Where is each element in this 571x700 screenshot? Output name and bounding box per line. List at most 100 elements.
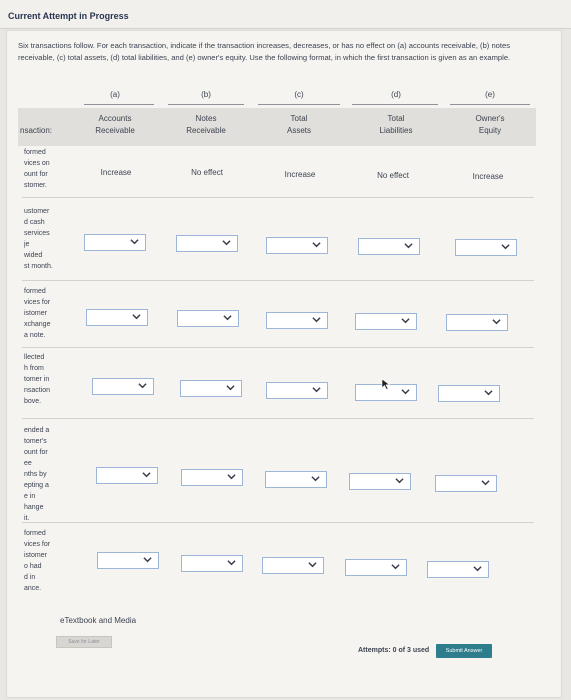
page-title: Current Attempt in Progress bbox=[8, 11, 129, 21]
column-rule-c bbox=[258, 104, 340, 105]
row-5-total-assets-select[interactable] bbox=[262, 557, 324, 574]
row-label-line: ount for bbox=[24, 171, 48, 178]
column-header-c-line1: Total bbox=[290, 114, 308, 123]
column-letter-d: (d) bbox=[391, 90, 401, 99]
column-rule-b bbox=[168, 104, 244, 105]
column-letter-b: (b) bbox=[201, 90, 211, 99]
row-divider bbox=[22, 280, 534, 281]
row-label-line: o had bbox=[24, 563, 42, 570]
column-header-d-line1: Total bbox=[387, 114, 405, 123]
chevron-down-icon bbox=[308, 562, 317, 568]
row-1-notes-receivable-select[interactable] bbox=[176, 235, 238, 252]
row-3-notes-receivable-select[interactable] bbox=[180, 380, 242, 397]
chevron-down-icon bbox=[481, 480, 490, 486]
column-header-a-line2: Receivable bbox=[95, 126, 135, 135]
save-for-later-button[interactable]: Save for Later bbox=[56, 636, 112, 648]
example-value-b: No effect bbox=[191, 168, 223, 177]
row-label-line: vices for bbox=[24, 299, 51, 306]
row-label-line: tomer in bbox=[24, 376, 50, 383]
row-5-accounts-receivable-select[interactable] bbox=[97, 552, 159, 569]
chevron-down-icon bbox=[143, 557, 152, 563]
row-2-notes-receivable-select[interactable] bbox=[177, 310, 239, 327]
row-1-total-liabilities-select[interactable] bbox=[358, 238, 420, 255]
row-2-owners-equity-select[interactable] bbox=[446, 314, 508, 331]
chevron-down-icon bbox=[227, 474, 236, 480]
submit-answer-button[interactable]: Submit Answer bbox=[436, 644, 492, 658]
column-header-e: Owner's Equity bbox=[455, 113, 525, 137]
row-5-notes-receivable-select[interactable] bbox=[181, 555, 243, 572]
example-value-e: Increase bbox=[472, 172, 504, 181]
chevron-down-icon bbox=[395, 478, 404, 484]
row-3-accounts-receivable-select[interactable] bbox=[92, 378, 154, 395]
etextbook-media-link[interactable]: eTextbook and Media bbox=[60, 616, 136, 625]
row-label-line: llected bbox=[24, 354, 45, 361]
row-divider bbox=[22, 197, 534, 198]
chevron-down-icon bbox=[226, 385, 235, 391]
row-3-owners-equity-select[interactable] bbox=[438, 385, 500, 402]
chevron-down-icon bbox=[391, 564, 400, 570]
transaction-row-3-label: llected h from tomer in nsaction bove. bbox=[24, 352, 70, 407]
column-letter-a: (a) bbox=[110, 90, 120, 99]
row-label-line: formed bbox=[24, 288, 46, 295]
row-label-line: vices for bbox=[24, 541, 51, 548]
row-2-total-assets-select[interactable] bbox=[266, 312, 328, 329]
row-label-line: nths by bbox=[24, 471, 47, 478]
column-header-a-line1: Accounts bbox=[98, 114, 132, 123]
column-rule-d bbox=[352, 104, 438, 105]
row-4-owners-equity-select[interactable] bbox=[435, 475, 497, 492]
row-1-owners-equity-select[interactable] bbox=[455, 239, 517, 256]
chevron-down-icon bbox=[473, 566, 482, 572]
row-label-line: ount for bbox=[24, 449, 48, 456]
row-4-accounts-receivable-select[interactable] bbox=[96, 467, 158, 484]
column-header-b: Notes Receivable bbox=[171, 113, 241, 137]
chevron-down-icon bbox=[138, 383, 147, 389]
example-value-c: Increase bbox=[284, 170, 316, 179]
column-header-a: Accounts Receivable bbox=[80, 113, 150, 137]
transaction-row-2-label: formed vices for istomer xchange a note. bbox=[24, 286, 70, 341]
row-label-line: services bbox=[24, 230, 50, 237]
row-label-line: e in bbox=[24, 493, 36, 500]
row-3-total-assets-select[interactable] bbox=[266, 382, 328, 399]
row-4-notes-receivable-select[interactable] bbox=[181, 469, 243, 486]
transaction-row-4-label: ended a tomer's ount for ee nths by epti… bbox=[24, 425, 70, 524]
row-label-line: ustomer bbox=[24, 208, 50, 215]
chevron-down-icon bbox=[404, 243, 413, 249]
row-5-total-liabilities-select[interactable] bbox=[345, 559, 407, 576]
row-divider bbox=[22, 522, 534, 523]
chevron-down-icon bbox=[132, 314, 141, 320]
column-letter-e: (e) bbox=[485, 90, 495, 99]
row-label-line: istomer bbox=[24, 552, 47, 559]
row-1-total-assets-select[interactable] bbox=[266, 237, 328, 254]
row-1-accounts-receivable-select[interactable] bbox=[84, 234, 146, 251]
chevron-down-icon bbox=[312, 242, 321, 248]
chevron-down-icon bbox=[311, 476, 320, 482]
row-label-line: st month. bbox=[24, 263, 53, 270]
column-header-b-line1: Notes bbox=[195, 114, 217, 123]
row-divider bbox=[22, 418, 534, 419]
column-header-b-line2: Receivable bbox=[186, 126, 226, 135]
row-4-total-assets-select[interactable] bbox=[265, 471, 327, 488]
row-label-line: hange bbox=[24, 504, 44, 511]
column-header-c-line2: Assets bbox=[286, 126, 311, 135]
row-label-line: d in bbox=[24, 574, 36, 581]
row-2-total-liabilities-select[interactable] bbox=[355, 313, 417, 330]
chevron-down-icon bbox=[484, 390, 493, 396]
row-2-accounts-receivable-select[interactable] bbox=[86, 309, 148, 326]
column-rule-a bbox=[84, 104, 154, 105]
transaction-row-1-label: ustomer d cash services je wided st mont… bbox=[24, 206, 70, 272]
attempts-counter: Attempts: 0 of 3 used bbox=[358, 647, 430, 654]
chevron-down-icon bbox=[223, 315, 232, 321]
column-header-e-line1: Owner's bbox=[475, 114, 505, 123]
row-label-line: stomer. bbox=[24, 182, 47, 189]
chevron-down-icon bbox=[142, 472, 151, 478]
row-label-line: wided bbox=[24, 252, 43, 259]
row-label-line: ended a bbox=[24, 427, 50, 434]
instructions-text: Six transactions follow. For each transa… bbox=[18, 41, 511, 62]
row-4-total-liabilities-select[interactable] bbox=[349, 473, 411, 490]
row-5-owners-equity-select[interactable] bbox=[427, 561, 489, 578]
chevron-down-icon bbox=[312, 317, 321, 323]
example-row-label: formed vices on ount for stomer. bbox=[24, 147, 70, 191]
row-label-line: h from bbox=[24, 365, 44, 372]
transaction-row-5-label: formed vices for istomer o had d in ance… bbox=[24, 528, 70, 594]
row-label-line: vices on bbox=[24, 160, 50, 167]
